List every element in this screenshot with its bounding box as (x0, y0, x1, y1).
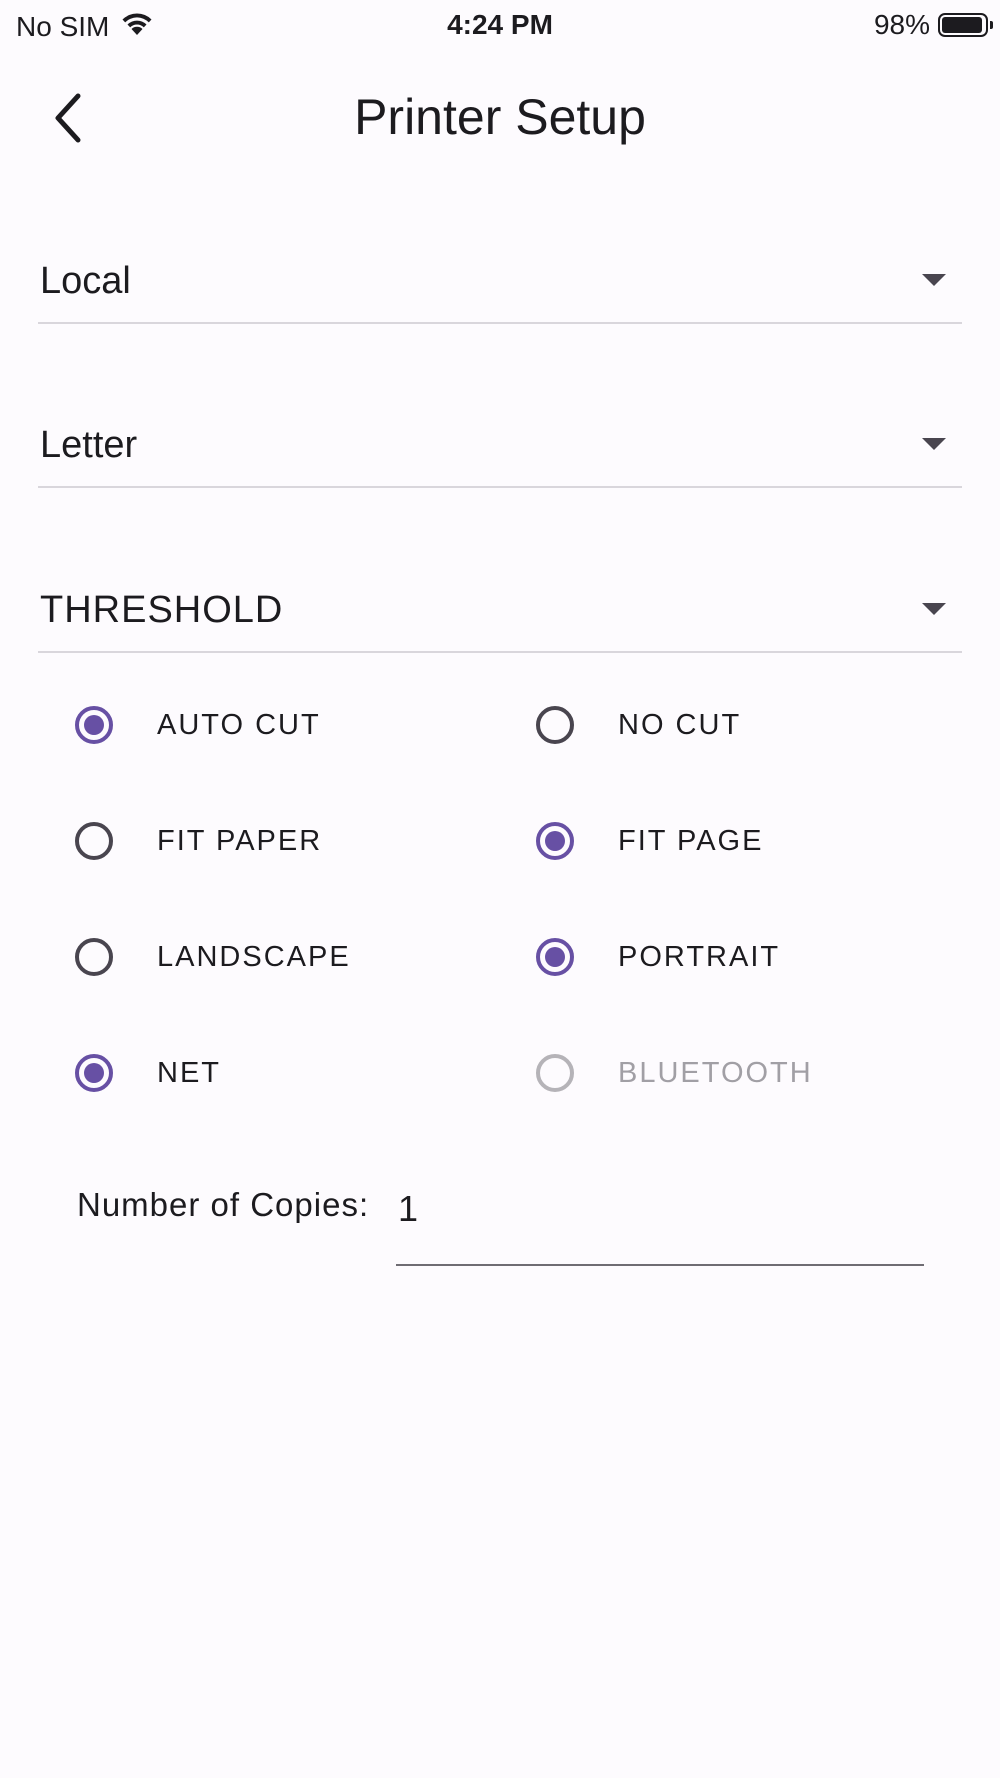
option-label: FIT PAGE (618, 824, 764, 857)
mode-value: THRESHOLD (40, 589, 284, 631)
connection-dropdown[interactable]: Local (38, 242, 962, 324)
radio-icon (536, 938, 574, 976)
copies-value: 1 (398, 1188, 419, 1229)
option-label: FIT PAPER (157, 824, 323, 857)
radio-icon (75, 938, 113, 976)
option-auto-cut[interactable]: AUTO CUT (75, 695, 321, 755)
option-no-cut[interactable]: NO CUT (536, 695, 741, 755)
copies-label: Number of Copies: (77, 1186, 370, 1223)
paper-size-dropdown[interactable]: Letter (38, 406, 962, 488)
option-label: NO CUT (618, 708, 742, 741)
option-portrait[interactable]: PORTRAIT (536, 927, 780, 987)
option-landscape[interactable]: LANDSCAPE (75, 927, 351, 987)
option-net[interactable]: NET (75, 1043, 221, 1103)
dropdown-arrow-icon (922, 274, 946, 286)
page-title: Printer Setup (354, 89, 646, 145)
status-right: 98% (873, 9, 993, 41)
battery-percent: 98% (873, 9, 930, 40)
radio-icon (536, 1054, 574, 1092)
dropdown-arrow-icon (922, 603, 946, 615)
radio-icon (75, 706, 113, 744)
mode-dropdown[interactable]: THRESHOLD (38, 571, 962, 653)
status-time: 4:24 PM (447, 9, 553, 40)
battery-icon (938, 13, 993, 37)
radio-icon (75, 1054, 113, 1092)
option-bluetooth: BLUETOOTH (536, 1043, 813, 1103)
radio-icon (75, 822, 113, 860)
radio-icon (536, 822, 574, 860)
status-bar: No SIM 4:24 PM 98% (0, 0, 1000, 52)
option-label: AUTO CUT (157, 708, 321, 741)
option-label: NET (157, 1056, 221, 1089)
dropdown-arrow-icon (922, 438, 946, 450)
copies-input[interactable]: 1 (396, 1176, 924, 1266)
radio-icon (536, 706, 574, 744)
paper-size-value: Letter (40, 424, 138, 466)
option-fit-page[interactable]: FIT PAGE (536, 811, 763, 871)
battery-level (942, 17, 982, 33)
option-label: PORTRAIT (618, 940, 781, 973)
option-fit-paper[interactable]: FIT PAPER (75, 811, 322, 871)
app-bar: Printer Setup (0, 60, 1000, 175)
option-label: LANDSCAPE (157, 940, 351, 973)
connection-value: Local (40, 260, 131, 302)
option-label: BLUETOOTH (618, 1056, 813, 1089)
